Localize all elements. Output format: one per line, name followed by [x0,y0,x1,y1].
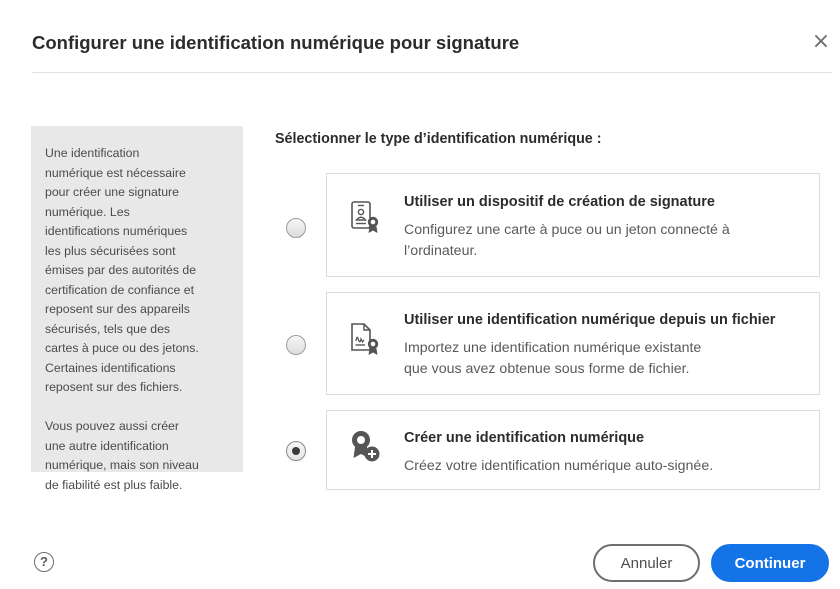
section-heading: Sélectionner le type d’identification nu… [275,131,602,147]
continue-button[interactable]: Continuer [711,544,829,582]
option-title: Utiliser une identification numérique de… [404,312,776,328]
option-description: Configurez une carte à puce ou un jeton … [404,222,730,259]
option-title: Créer une identification numérique [404,430,645,446]
option-description: Importez une identification numérique ex… [404,340,702,377]
info-panel: Une identification numérique est nécessa… [31,126,243,492]
digital-id-dialog: Configurer une identification numérique … [0,0,840,589]
option-title: Utiliser un dispositif de création de si… [404,194,715,210]
option-card-signature-device[interactable]: Utiliser un dispositif de création de si… [326,173,820,277]
dialog-title: Configurer une identification numérique … [32,32,520,53]
signature-device-icon [351,201,379,233]
option-card-create-digital-id[interactable]: Créer une identification numérique Créez… [326,410,820,490]
info-text: Une identification numérique est nécessa… [45,146,199,492]
create-digital-id-icon [352,431,380,462]
header-divider [32,72,832,73]
option-description: Créez votre identification numérique aut… [404,458,714,474]
radio-selected-dot [292,447,300,455]
radio-create-digital-id[interactable] [286,441,306,461]
help-icon[interactable]: ? [34,552,54,572]
digital-id-file-icon [351,323,379,355]
cancel-button[interactable]: Annuler [593,544,700,582]
option-card-digital-id-file[interactable]: Utiliser une identification numérique de… [326,292,820,395]
radio-signature-device[interactable] [286,218,306,238]
close-icon[interactable]: × [810,31,832,53]
radio-digital-id-file[interactable] [286,335,306,355]
